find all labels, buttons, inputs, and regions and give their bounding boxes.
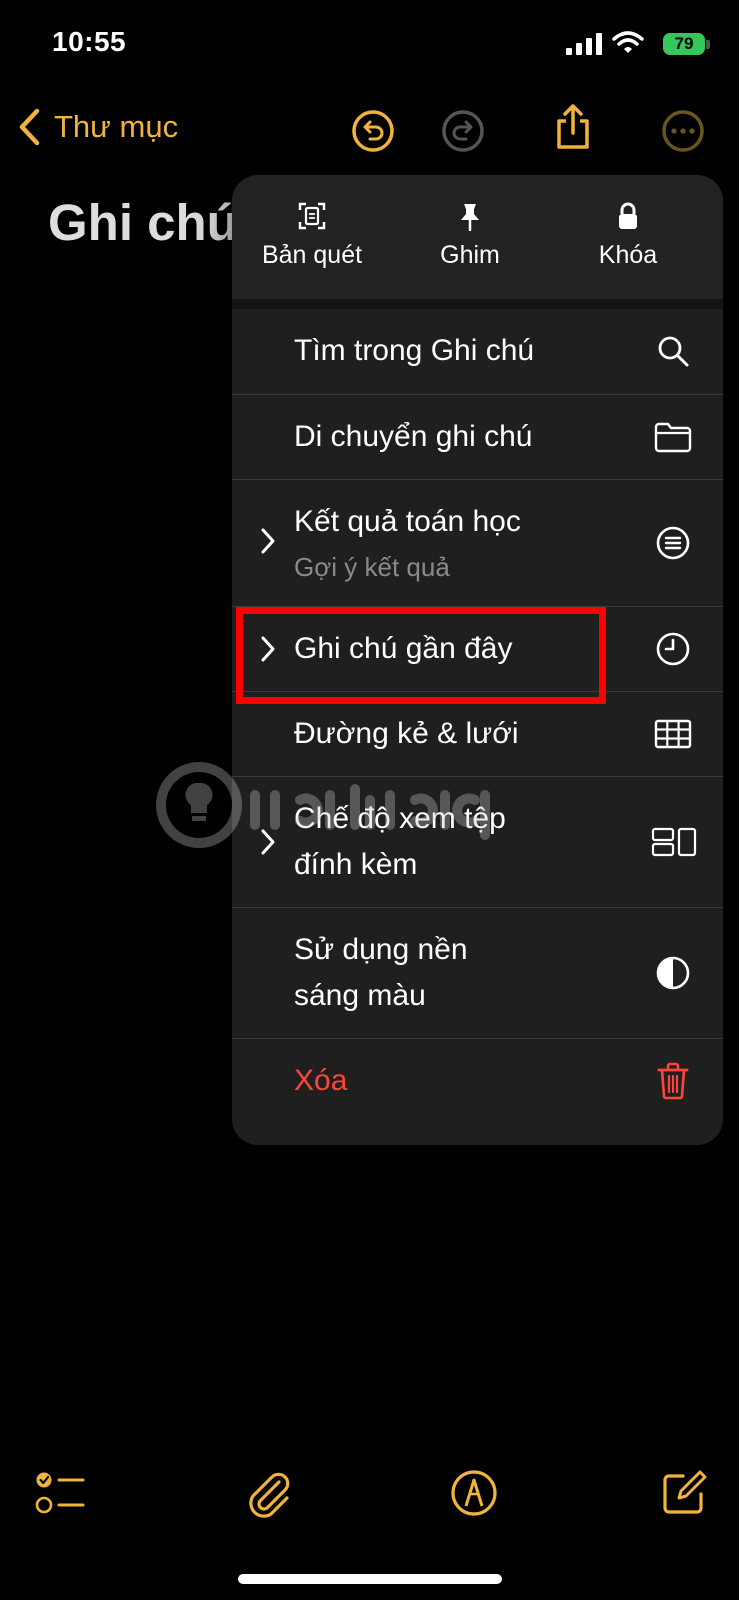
paperclip-icon — [249, 1472, 290, 1518]
chevron-right-icon — [260, 828, 276, 861]
search-icon — [653, 331, 693, 371]
redo-button[interactable] — [440, 108, 486, 154]
scan-document-icon — [298, 202, 326, 230]
pin-action-label: Ghim — [440, 241, 500, 269]
compose-icon — [663, 1470, 707, 1514]
menu-item-label: Đường kẻ & lưới — [294, 717, 519, 750]
menu-item-math-results[interactable]: Kết quả toán học Gợi ý kết quả — [232, 479, 723, 607]
menu-top-actions: Bản quét Ghim Khóa — [232, 175, 723, 299]
scan-action[interactable]: Bản quét — [232, 201, 392, 270]
menu-item-light-background[interactable]: Sử dụng nền sáng màu — [232, 907, 723, 1039]
menu-section-separator — [232, 299, 723, 309]
redo-icon — [442, 110, 484, 152]
equals-circle-icon — [653, 523, 693, 563]
battery-nub — [706, 40, 710, 49]
share-icon — [557, 104, 589, 149]
undo-icon — [352, 110, 394, 152]
wifi-icon — [612, 31, 644, 53]
note-title: Ghi chú — [48, 194, 238, 251]
more-button[interactable] — [660, 108, 706, 154]
back-button[interactable]: Thư mục — [18, 108, 178, 146]
menu-item-move[interactable]: Di chuyển ghi chú — [232, 394, 723, 480]
share-button[interactable] — [550, 104, 596, 150]
battery-level: 79 — [674, 34, 694, 53]
pin-action[interactable]: Ghim — [390, 201, 550, 270]
menu-item-label-line1: Chế độ xem tệp — [294, 802, 506, 835]
pin-icon — [461, 204, 479, 231]
attachment-button[interactable] — [240, 1465, 296, 1521]
markup-pen-icon — [451, 1470, 497, 1516]
grid-icon — [653, 714, 693, 754]
menu-item-label: Xóa — [294, 1064, 348, 1097]
scan-action-label: Bản quét — [261, 241, 363, 269]
chevron-left-icon — [19, 108, 40, 146]
clock-icon — [653, 629, 693, 669]
menu-item-label: Tìm trong Ghi chú — [294, 334, 535, 367]
home-indicator[interactable] — [238, 1574, 502, 1584]
battery-indicator: 79 — [663, 33, 705, 55]
folder-icon — [653, 417, 693, 457]
back-label: Thư mục — [54, 109, 179, 144]
compose-button[interactable] — [656, 1465, 712, 1521]
menu-item-sublabel: Gợi ý kết quả — [294, 552, 450, 582]
trash-icon — [653, 1061, 693, 1101]
status-time: 10:55 — [52, 26, 127, 57]
lock-icon — [619, 202, 637, 229]
undo-button[interactable] — [350, 108, 396, 154]
menu-item-attachment-view[interactable]: Chế độ xem tệp đính kèm — [232, 776, 723, 908]
more-icon — [662, 110, 704, 152]
menu-item-label: Di chuyển ghi chú — [294, 420, 533, 453]
checklist-icon — [35, 1472, 85, 1514]
lock-action[interactable]: Khóa — [548, 201, 708, 270]
checklist-button[interactable] — [32, 1465, 88, 1521]
chevron-right-icon — [260, 527, 276, 560]
contrast-icon — [653, 953, 693, 993]
menu-item-label-line1: Sử dụng nền — [294, 933, 468, 966]
menu-items: Tìm trong Ghi chú Di chuyển ghi chú Kết … — [232, 309, 723, 1145]
menu-item-label-line2: đính kèm — [294, 848, 418, 881]
menu-item-delete[interactable]: Xóa — [232, 1038, 723, 1124]
menu-item-label: Kết quả toán học — [294, 505, 521, 538]
highlight-box — [236, 607, 606, 704]
menu-item-label-line2: sáng màu — [294, 979, 426, 1012]
markup-button[interactable] — [446, 1465, 502, 1521]
cellular-signal-icon — [566, 33, 602, 55]
menu-item-find[interactable]: Tìm trong Ghi chú — [232, 309, 723, 394]
attachment-view-icon — [651, 822, 697, 862]
lock-action-label: Khóa — [598, 241, 658, 269]
